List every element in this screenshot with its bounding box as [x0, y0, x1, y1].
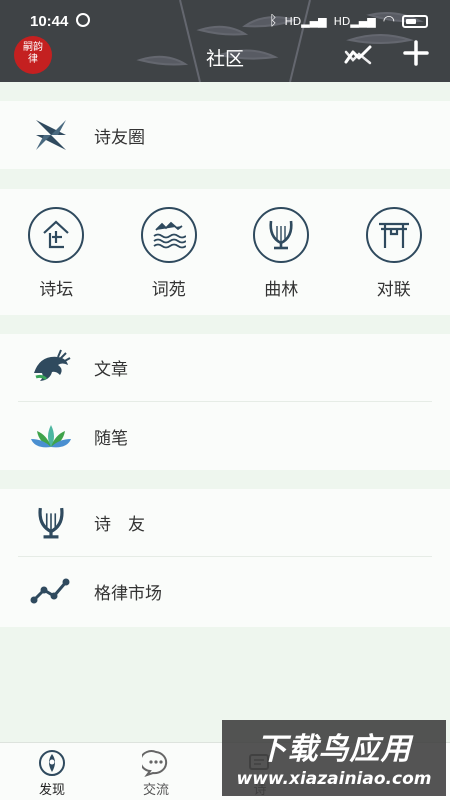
status-bar: 10:44 ᛒ HD▂▄▆ HD▂▄▆ ◠ [0, 10, 450, 34]
poetry-hall-icon [28, 207, 85, 263]
signal-1-label: HD [284, 14, 302, 28]
notes-label: 随笔 [94, 428, 128, 449]
category-poetry-hall[interactable]: 诗坛 [0, 189, 113, 315]
lyre-icon [30, 502, 72, 544]
archway-icon [365, 207, 422, 263]
trend-line-icon [30, 570, 72, 612]
articles-item[interactable]: 文章 [18, 334, 432, 402]
watermark-url: www.xiazainiao.com [236, 769, 432, 789]
poet-friends-label: 诗 友 [94, 515, 145, 535]
bluetooth-icon: ᛒ [269, 13, 278, 29]
metrics-market-item[interactable]: 格律市场 [18, 557, 432, 625]
metrics-market-label: 格律市场 [94, 583, 162, 604]
lotus-icon [30, 415, 72, 457]
tab-chat[interactable]: 交流 [104, 743, 208, 800]
content-area: 诗友圈 诗坛 词苑 曲林 对联 文章 随笔 诗 友 格律市场 [0, 82, 450, 742]
category-qu-forest[interactable]: 曲林 [225, 189, 338, 315]
category-label: 词苑 [151, 280, 186, 300]
status-time: 10:44 [30, 13, 69, 30]
wifi-icon: ◠ [382, 13, 395, 29]
category-couplets[interactable]: 对联 [338, 189, 450, 315]
category-ci-garden[interactable]: 词苑 [113, 189, 226, 315]
friends-circle-label: 诗友圈 [94, 127, 145, 148]
signal-icon-1: HD▂▄▆ [284, 14, 327, 28]
category-label: 对联 [376, 280, 411, 300]
signal-2-label: HD [333, 14, 351, 28]
page-title: 社区 [205, 48, 244, 70]
lyre-icon [253, 207, 310, 263]
pinwheel-icon [30, 114, 72, 156]
add-icon[interactable] [403, 40, 429, 66]
articles-label: 文章 [94, 360, 128, 380]
dragon-icon [30, 347, 72, 389]
tab-discover[interactable]: 发现 [0, 743, 104, 800]
category-label: 诗坛 [39, 280, 74, 300]
signal-icon-2: HD▂▄▆ [333, 14, 376, 28]
mountain-waves-icon [140, 207, 197, 263]
discover-icon [39, 750, 65, 776]
watermark-title: 下载鸟应用 [256, 732, 412, 767]
chat-bubble-icon [142, 750, 168, 777]
friends-circle-item[interactable]: 诗友圈 [18, 101, 432, 169]
notes-item[interactable]: 随笔 [18, 402, 432, 470]
category-grid-card: 诗坛 词苑 曲林 对联 [0, 189, 450, 315]
watermark-overlay: 下载鸟应用 www.xiazainiao.com [222, 720, 446, 796]
market-card: 诗 友 格律市场 [0, 489, 450, 627]
battery-icon [402, 14, 428, 28]
writing-card: 文章 随笔 [0, 334, 450, 470]
category-label: 曲林 [264, 280, 299, 300]
top-app-bar: 10:44 ᛒ HD▂▄▆ HD▂▄▆ ◠ 嗣韵律 社区 [0, 0, 450, 82]
poet-friends-item[interactable]: 诗 友 [18, 489, 432, 557]
alarm-icon [76, 13, 90, 27]
tab-label: 交流 [142, 783, 169, 798]
tab-label: 发现 [38, 783, 65, 798]
friends-circle-card: 诗友圈 [0, 101, 450, 169]
trend-icon[interactable] [344, 44, 372, 66]
